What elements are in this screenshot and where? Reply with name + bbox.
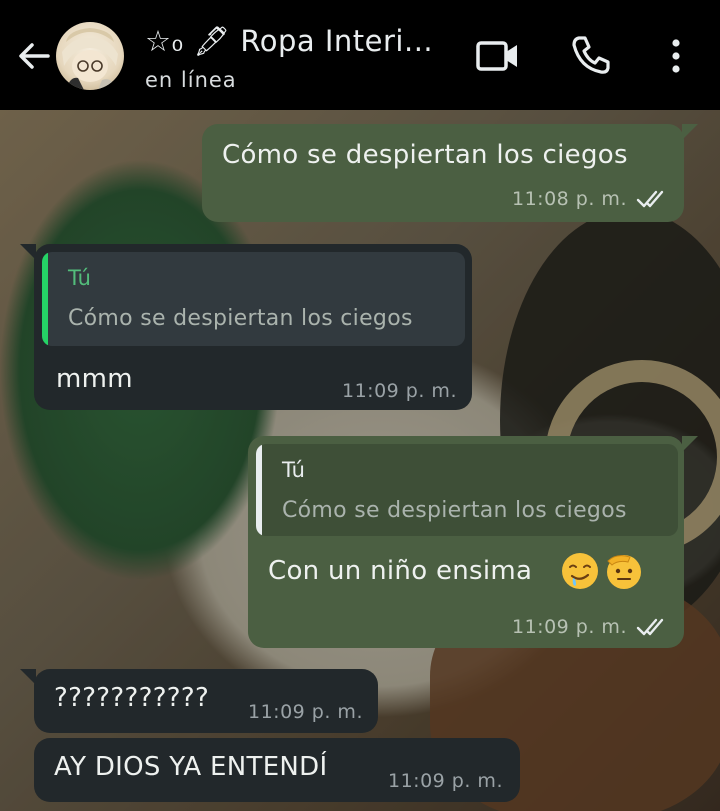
message-time: 11:09 p. m. bbox=[388, 770, 503, 792]
online-status: en línea bbox=[145, 68, 237, 92]
bubble-tail bbox=[682, 436, 698, 452]
quoted-message[interactable]: Tú Cómo se despiertan los ciegos bbox=[256, 444, 678, 536]
drooling-face-icon bbox=[562, 553, 598, 589]
read-receipt-icon bbox=[636, 190, 664, 208]
message-time: 11:09 p. m. bbox=[512, 616, 627, 638]
quoted-message[interactable]: Tú Cómo se despiertan los ciegos bbox=[42, 252, 465, 346]
message-time: 11:08 p. m. bbox=[512, 188, 627, 210]
message-text: mmm bbox=[56, 364, 133, 394]
read-receipt-icon bbox=[636, 618, 664, 636]
bubble-tail bbox=[20, 669, 36, 685]
bubble-tail bbox=[20, 244, 36, 260]
arrow-left-icon[interactable] bbox=[14, 36, 54, 76]
message-bubble-incoming[interactable]: AY DIOS YA ENTENDÍ 11:09 p. m. bbox=[34, 738, 520, 802]
message-bubble-outgoing[interactable]: Cómo se despiertan los ciegos 11:08 p. m… bbox=[202, 124, 698, 222]
message-text: ??????????? bbox=[54, 683, 210, 713]
quote-bar bbox=[256, 444, 262, 536]
message-bubble-incoming[interactable]: ??????????? 11:09 p. m. bbox=[20, 669, 378, 733]
message-bubble-outgoing[interactable]: Tú Cómo se despiertan los ciegos Con un … bbox=[248, 436, 698, 648]
vertical-dots-icon[interactable] bbox=[662, 36, 690, 76]
chat-header: ☆₀ 🖋 Ropa Interi... en línea bbox=[0, 0, 720, 110]
quote-author: Tú bbox=[282, 458, 305, 482]
message-time: 11:09 p. m. bbox=[248, 701, 363, 723]
quote-author: Tú bbox=[68, 266, 91, 290]
message-time: 11:09 p. m. bbox=[342, 380, 457, 402]
message-text: Cómo se despiertan los ciegos bbox=[222, 140, 628, 170]
message-text: Con un niño ensima bbox=[268, 556, 533, 586]
message-text: AY DIOS YA ENTENDÍ bbox=[54, 752, 328, 782]
bubble-tail bbox=[682, 124, 698, 140]
video-camera-icon[interactable] bbox=[476, 38, 520, 74]
quote-bar bbox=[42, 252, 48, 346]
saluting-face-icon bbox=[607, 555, 641, 589]
chat-title[interactable]: ☆₀ 🖋 Ropa Interi... bbox=[145, 24, 433, 59]
avatar[interactable] bbox=[56, 22, 124, 90]
message-bubble-incoming[interactable]: Tú Cómo se despiertan los ciegos mmm 11:… bbox=[20, 244, 472, 410]
quote-text: Cómo se despiertan los ciegos bbox=[282, 498, 627, 523]
phone-icon[interactable] bbox=[570, 34, 612, 76]
quote-text: Cómo se despiertan los ciegos bbox=[68, 306, 413, 331]
